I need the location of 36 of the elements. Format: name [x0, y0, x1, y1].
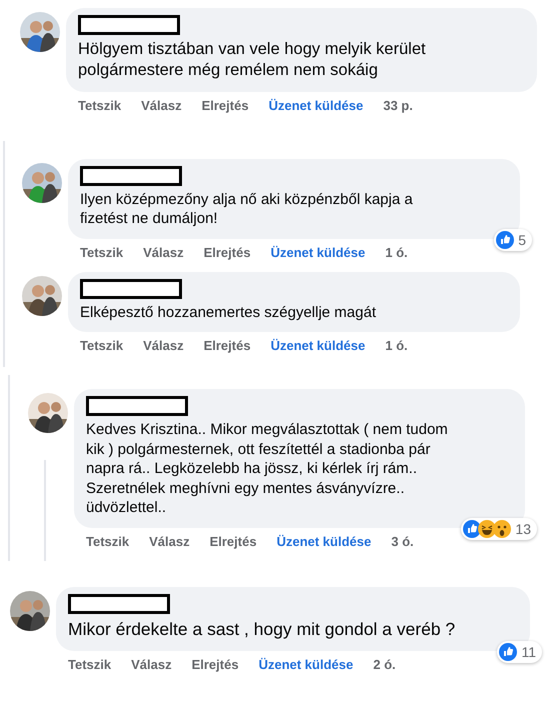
action-link[interactable]: Elrejtés [204, 338, 251, 354]
timestamp: 3 ó. [391, 534, 414, 549]
reaction-badge[interactable]: 5 [494, 228, 532, 251]
surprised-emoji-icon [493, 520, 512, 538]
comment-text: Hölgyem tisztában van vele hogy melyik kerület polgármestere még remélem nem sokáig [78, 39, 427, 82]
action-link[interactable]: Válasz [143, 338, 184, 354]
timestamp: 2 ó. [373, 656, 396, 672]
action-link[interactable]: Elrejtés [202, 98, 249, 113]
reaction-badge[interactable]: 11 [497, 640, 542, 663]
action-link[interactable]: Tetszik [78, 98, 122, 113]
comment-text: Mikor érdekelte a sast , hogy mit gondol a veréb ? [68, 618, 456, 641]
action-link[interactable]: Tetszik [80, 244, 124, 260]
action-link[interactable]: Elrejtés [204, 244, 251, 260]
comment-text: Elképesztő hozzanemertes szégyellje magát [80, 302, 377, 322]
like-icon [496, 230, 514, 249]
timestamp: 1 ó. [385, 244, 408, 260]
action-link[interactable]: Válasz [143, 244, 184, 260]
action-link[interactable]: Tetszik [80, 338, 124, 354]
action-link[interactable]: Elrejtés [210, 534, 257, 549]
message-link[interactable]: Üzenet küldése [258, 656, 354, 672]
action-link[interactable]: Tetszik [68, 656, 112, 672]
timestamp: 33 p. [383, 98, 413, 113]
message-link[interactable]: Üzenet küldése [270, 338, 366, 354]
timestamp: 1 ó. [385, 338, 408, 354]
action-link[interactable]: Válasz [141, 98, 182, 113]
action-link[interactable]: Válasz [131, 656, 172, 672]
like-icon [499, 642, 518, 661]
message-link[interactable]: Üzenet küldése [270, 244, 366, 260]
message-link[interactable]: Üzenet küldése [268, 98, 364, 113]
action-link[interactable]: Tetszik [86, 534, 130, 549]
message-link[interactable]: Üzenet küldése [276, 534, 372, 549]
action-link[interactable]: Elrejtés [192, 656, 239, 672]
reaction-badge[interactable]: 13 [461, 518, 537, 540]
comment-text: Kedves Krisztina.. Mikor megválasztottak ( nem tudom kik ) polgármesternek, ott feszítettél a stadionba pár napra rá.. Legközelebb ha jössz, ki kérlek írj rám.. Szeretnélek meghívni egy mentes ásványvízre.. üdvözlettel.. [86, 420, 449, 518]
comment-text: Ilyen középmezőny alja nő aki közpénzből kapja a fizetést ne dumáljon! [80, 190, 414, 229]
action-link[interactable]: Válasz [149, 534, 190, 549]
